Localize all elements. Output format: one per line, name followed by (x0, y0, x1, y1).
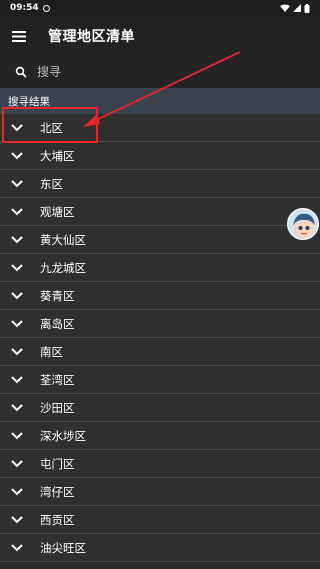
district-row[interactable]: 深水埗区 (0, 422, 320, 450)
chevron-down-icon[interactable] (11, 403, 23, 412)
chevron-down-icon[interactable] (11, 431, 23, 440)
chevron-down-icon[interactable] (11, 515, 23, 524)
district-row[interactable]: 黄大仙区 (0, 226, 320, 254)
chevron-down-icon[interactable] (11, 459, 23, 468)
app-bar: 管理地区清单 (0, 16, 320, 56)
status-icons (280, 3, 310, 13)
district-row[interactable]: 屯门区 (0, 450, 320, 478)
district-label: 观塘区 (40, 204, 75, 219)
chevron-down-icon[interactable] (11, 319, 23, 328)
chevron-down-icon[interactable] (11, 179, 23, 188)
district-label: 大埔区 (40, 148, 75, 163)
district-label: 北区 (40, 120, 63, 135)
district-label: 荃湾区 (40, 372, 75, 387)
chevron-down-icon[interactable] (11, 235, 23, 244)
district-label: 湾仔区 (40, 484, 75, 499)
district-row[interactable]: 葵青区 (0, 282, 320, 310)
chevron-down-icon[interactable] (11, 347, 23, 356)
district-label: 东区 (40, 176, 63, 191)
battery-icon (304, 3, 310, 13)
district-row[interactable]: 九龙城区 (0, 254, 320, 282)
district-row[interactable]: 北区 (0, 114, 320, 142)
chevron-down-icon[interactable] (11, 291, 23, 300)
district-list: 北区大埔区东区观塘区黄大仙区九龙城区葵青区离岛区南区荃湾区沙田区深水埗区屯门区湾… (0, 114, 320, 562)
sync-icon (42, 4, 50, 12)
page-title: 管理地区清单 (48, 29, 135, 45)
menu-icon[interactable] (1, 16, 37, 56)
section-header: 搜寻结果 (0, 88, 320, 114)
wifi-icon (280, 4, 290, 12)
chevron-down-icon[interactable] (11, 487, 23, 496)
signal-icon (293, 4, 301, 12)
district-row[interactable]: 湾仔区 (0, 478, 320, 506)
district-label: 葵青区 (40, 288, 75, 303)
chevron-down-icon[interactable] (11, 151, 23, 160)
district-row[interactable]: 离岛区 (0, 310, 320, 338)
district-label: 南区 (40, 344, 63, 359)
district-label: 沙田区 (40, 400, 75, 415)
search-bar[interactable] (0, 56, 320, 88)
search-icon (15, 66, 27, 78)
district-label: 西贡区 (40, 512, 75, 527)
district-label: 离岛区 (40, 316, 75, 331)
district-label: 屯门区 (40, 456, 75, 471)
status-bar: 09:54 (0, 0, 320, 16)
district-row[interactable]: 荃湾区 (0, 366, 320, 394)
district-row[interactable]: 西贡区 (0, 506, 320, 534)
district-label: 九龙城区 (40, 260, 86, 275)
assistant-avatar[interactable] (287, 208, 319, 240)
chevron-down-icon[interactable] (11, 543, 23, 552)
district-row[interactable]: 东区 (0, 170, 320, 198)
district-row[interactable]: 观塘区 (0, 198, 320, 226)
district-label: 深水埗区 (40, 428, 86, 443)
chevron-down-icon[interactable] (11, 263, 23, 272)
chevron-down-icon[interactable] (11, 207, 23, 216)
district-label: 黄大仙区 (40, 232, 86, 247)
chevron-down-icon[interactable] (11, 123, 23, 132)
district-row[interactable]: 沙田区 (0, 394, 320, 422)
chevron-down-icon[interactable] (11, 375, 23, 384)
search-input[interactable] (37, 65, 277, 79)
district-row[interactable]: 南区 (0, 338, 320, 366)
district-row[interactable]: 大埔区 (0, 142, 320, 170)
status-time: 09:54 (10, 3, 39, 13)
district-label: 油尖旺区 (40, 540, 86, 555)
district-row[interactable]: 油尖旺区 (0, 534, 320, 562)
